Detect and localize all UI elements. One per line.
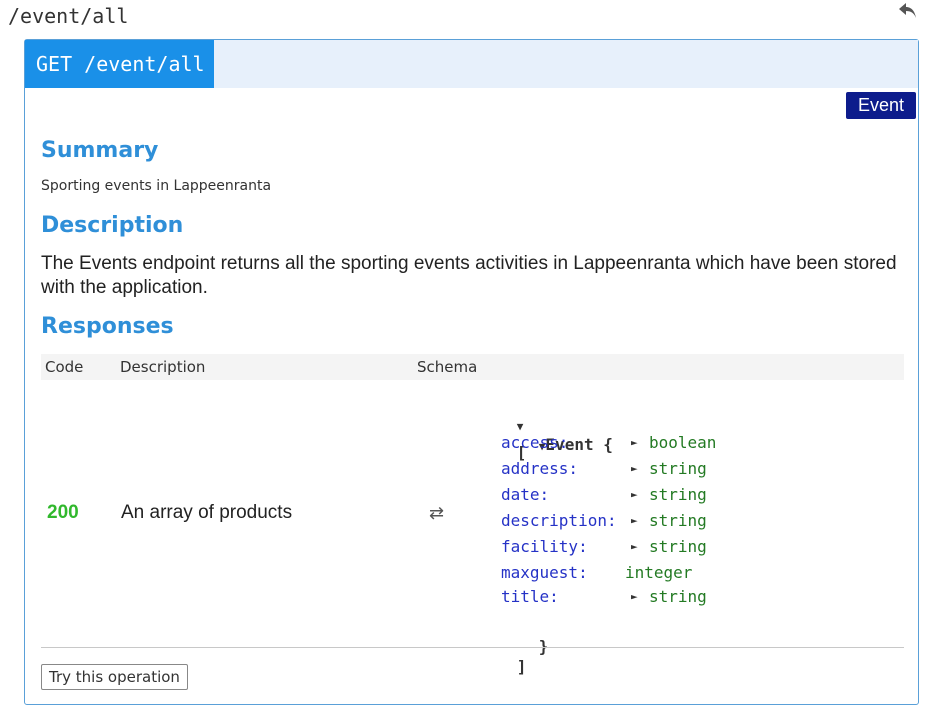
header-description: Description (120, 358, 206, 376)
responses-table-header: Code Description Schema (41, 354, 904, 380)
operation-header[interactable]: GET /event/all (25, 40, 918, 88)
response-code: 200 (47, 502, 79, 523)
model-open-brace: { (603, 435, 613, 454)
schema-prop-type[interactable]: string (649, 456, 707, 482)
schema-prop-name: description: (501, 511, 617, 530)
try-operation-button[interactable]: Try this operation (41, 664, 188, 690)
schema-prop-type[interactable]: string (649, 508, 707, 534)
schema-prop-name: facility: (501, 537, 588, 556)
schema-prop-type[interactable]: string (649, 534, 707, 560)
array-close-bracket: ] (516, 657, 527, 676)
expand-arrow-icon[interactable]: ► (631, 584, 638, 610)
expand-arrow-icon[interactable]: ► (631, 430, 638, 456)
schema-prop-type[interactable]: string (649, 584, 707, 610)
schema-prop-name: maxguest: (501, 563, 588, 582)
summary-heading: Summary (41, 138, 159, 163)
response-description: An array of products (121, 502, 293, 523)
schema-prop-type: integer (625, 563, 693, 582)
schema-prop-name: date: (501, 485, 550, 504)
description-heading: Description (41, 213, 184, 238)
schema-prop-name: title: (501, 587, 559, 606)
expand-arrow-icon[interactable]: ► (631, 482, 638, 508)
expand-arrow-icon[interactable]: ► (631, 534, 638, 560)
responses-heading: Responses (41, 314, 174, 339)
expand-arrow-icon[interactable]: ► (631, 508, 638, 534)
back-arrow-icon[interactable] (896, 0, 920, 22)
method-path-label[interactable]: GET /event/all (25, 40, 214, 88)
swap-icon[interactable]: ⇄ (429, 503, 444, 524)
schema-prop-type[interactable]: string (649, 482, 707, 508)
table-divider (41, 647, 904, 648)
description-text: The Events endpoint returns all the spor… (41, 253, 897, 298)
tag-badge[interactable]: Event (845, 92, 916, 119)
schema-prop-name: address: (501, 459, 579, 478)
header-schema: Schema (417, 358, 478, 376)
schema-prop-type[interactable]: boolean (649, 430, 716, 456)
schema-prop-name: access: (501, 433, 569, 452)
page-path-title: /event/all (8, 4, 129, 28)
summary-text: Sporting events in Lappeenranta (41, 178, 272, 194)
expand-arrow-icon[interactable]: ► (631, 456, 638, 482)
header-code: Code (45, 358, 84, 376)
operation-panel: GET /event/all Event Summary Sporting ev… (24, 39, 919, 705)
